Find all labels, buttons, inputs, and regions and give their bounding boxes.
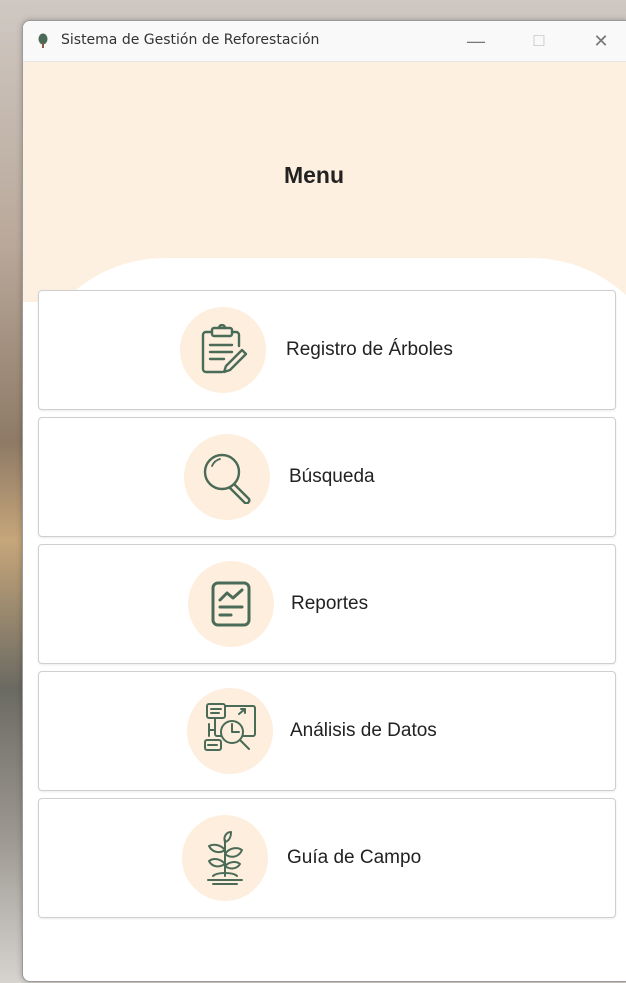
page-title: Menu [283, 162, 345, 188]
magnifier-icon [203, 453, 251, 504]
plant-sprout-icon [207, 831, 243, 885]
title-bar[interactable]: Sistema de Gestión de Reforestación — ☐ … [23, 21, 626, 62]
tree-app-icon [38, 33, 48, 48]
close-button[interactable]: ✕ [578, 21, 624, 61]
menu-item-label: Análisis de Datos [290, 720, 437, 741]
clipboard-edit-icon [201, 324, 248, 374]
menu-item-guia-campo[interactable]: Guía de Campo [38, 798, 616, 918]
maximize-button[interactable]: ☐ [516, 21, 562, 61]
data-analysis-icon [204, 703, 256, 751]
icon-circle [187, 688, 273, 774]
menu-item-label: Reportes [291, 593, 369, 614]
menu-item-busqueda[interactable]: Búsqueda [38, 417, 616, 537]
menu-item-label: Registro de Árboles [286, 339, 453, 360]
menu-item-analisis-datos[interactable]: Análisis de Datos [38, 671, 616, 791]
icon-circle [180, 307, 266, 393]
app-window: Sistema de Gestión de Reforestación — ☐ … [22, 20, 626, 982]
minimize-button[interactable]: — [453, 21, 499, 61]
menu-item-label: Búsqueda [289, 466, 375, 487]
report-chart-icon [211, 581, 251, 627]
menu-item-reportes[interactable]: Reportes [38, 544, 616, 664]
icon-circle [182, 815, 268, 901]
menu-item-label: Guía de Campo [287, 847, 422, 868]
menu-header: Menu [23, 62, 626, 398]
icon-circle [184, 434, 270, 520]
window-title: Sistema de Gestión de Reforestación [61, 32, 320, 48]
menu-item-registro-arboles[interactable]: Registro de Árboles [38, 290, 616, 410]
icon-circle [188, 561, 274, 647]
